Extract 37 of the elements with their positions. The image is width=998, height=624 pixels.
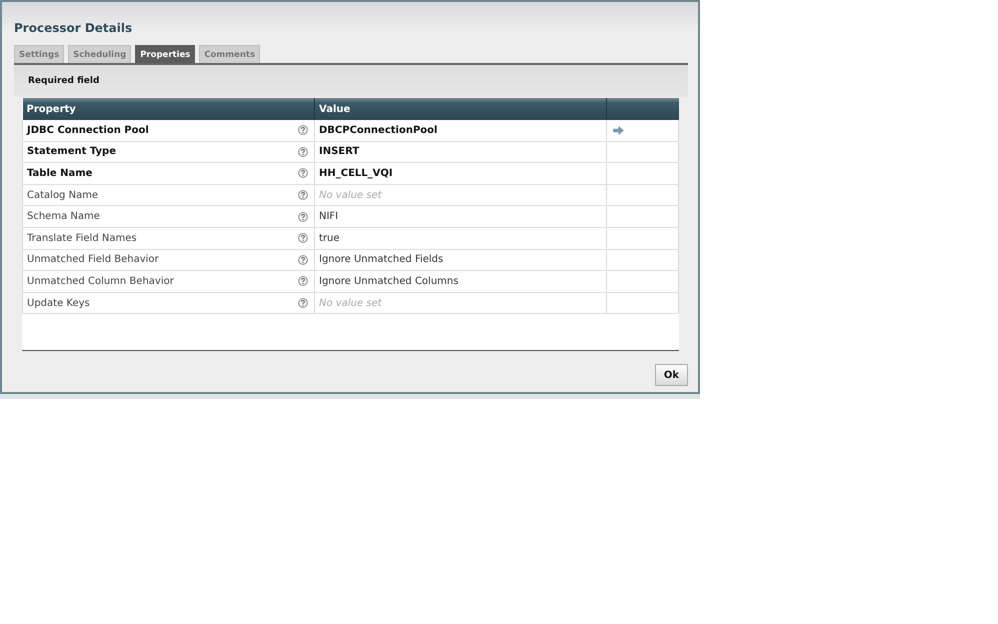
property-name: Update Keys <box>27 298 90 309</box>
property-name: Schema Name <box>27 211 100 222</box>
help-icon[interactable] <box>298 125 308 136</box>
tab[interactable]: Settings <box>14 45 64 63</box>
property-value: Ignore Unmatched Columns <box>314 270 606 292</box>
tab[interactable]: Scheduling <box>68 45 132 63</box>
column-header: Value <box>314 98 606 120</box>
ok-button[interactable]: Ok <box>655 364 688 386</box>
property-value: Ignore Unmatched Fields <box>314 249 606 271</box>
help-icon[interactable] <box>298 146 308 157</box>
help-icon[interactable] <box>298 298 308 308</box>
notice-text: Required field <box>28 76 100 86</box>
property-value: DBCPConnectionPool <box>314 120 606 142</box>
help-icon[interactable] <box>298 276 308 286</box>
property-value: No value set <box>314 292 606 314</box>
property-value: NIFI <box>314 206 606 228</box>
help-icon[interactable] <box>298 168 308 178</box>
property-value: INSERT <box>314 141 606 163</box>
property-value: true <box>314 227 606 250</box>
property-value: HH_CELL_VQI <box>314 162 606 184</box>
help-icon[interactable] <box>298 190 308 200</box>
dialog-title: Processor Details <box>14 20 132 36</box>
help-icon[interactable] <box>298 254 308 265</box>
property-name: Unmatched Column Behavior <box>27 276 174 287</box>
tab[interactable]: Comments <box>199 45 260 63</box>
help-icon[interactable] <box>298 233 308 244</box>
property-name: JDBC Connection Pool <box>27 124 149 136</box>
property-name: Unmatched Field Behavior <box>27 254 159 266</box>
help-icon[interactable] <box>298 212 308 222</box>
property-name: Catalog Name <box>27 190 98 201</box>
property-name: Statement Type <box>27 146 116 158</box>
property-name: Table Name <box>27 168 92 179</box>
column-header: Property <box>22 98 314 120</box>
arrow-icon[interactable] <box>613 126 624 135</box>
property-value: No value set <box>314 184 606 206</box>
property-name: Translate Field Names <box>27 232 137 244</box>
tab[interactable]: Properties <box>135 45 196 63</box>
